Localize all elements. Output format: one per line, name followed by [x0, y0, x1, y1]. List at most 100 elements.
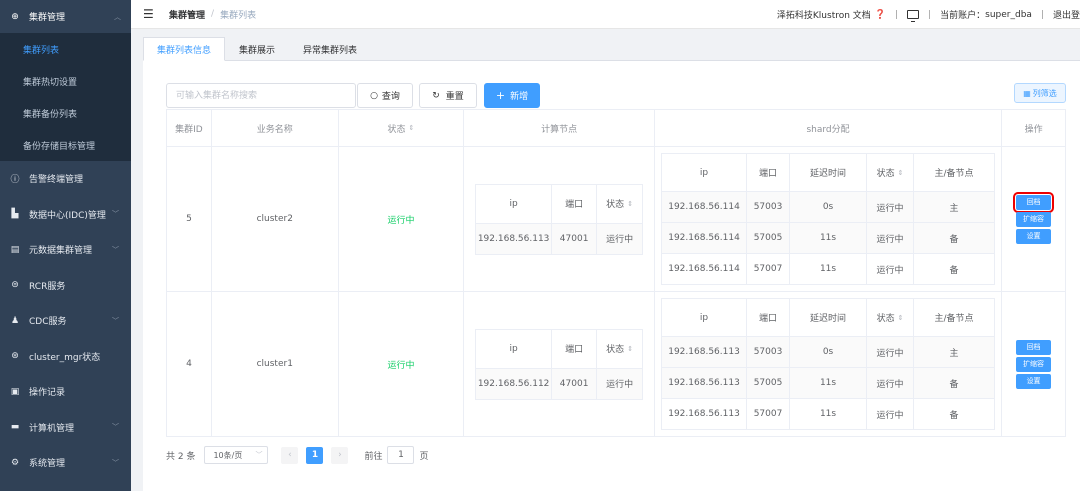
menu-toggle-icon[interactable]: ☰	[143, 7, 155, 21]
shard-delay: 0s	[790, 337, 868, 367]
compute-table: ip 端口 状态 ⇕ 192.168.56.113 47001 运行中	[475, 183, 644, 255]
compute-ip: 192.168.56.113	[476, 223, 553, 254]
rollback-button[interactable]: 回档	[1013, 191, 1055, 213]
reset-button[interactable]: ↻ 重置	[419, 83, 477, 108]
scale-button[interactable]: 扩缩容	[1016, 356, 1052, 372]
sidebar-item-metadata[interactable]: ▤ 元数据集群管理 ﹀	[0, 232, 131, 268]
sidebar-item-alarm[interactable]: ⓘ 告警终端管理	[0, 161, 131, 197]
shard-header-row: ip 端口 延迟时间 状态 ⇕ 主/备节点	[662, 154, 995, 192]
cluster-status: 运行中	[339, 292, 465, 436]
header-right: 泽拓科技Klustron 文档 ❓ | | 当前账户： super_dba | …	[777, 0, 1080, 29]
top-header: ☰ 集群管理 / 集群列表 泽拓科技Klustron 文档 ❓ | | 当前账户…	[131, 0, 1080, 29]
sidebar-item-label: RCR服务	[29, 281, 66, 292]
sidebar-item-cluster-failover[interactable]: 集群热切设置	[0, 65, 131, 97]
header-business-name: 业务名称	[212, 110, 339, 146]
compute-status: 运行中	[606, 380, 634, 390]
compute-header-status[interactable]: 状态 ⇕	[597, 185, 642, 223]
shard-header-delay: 延迟时间	[790, 154, 868, 191]
add-button[interactable]: + 新增	[484, 83, 540, 108]
sidebar-item-idc[interactable]: ▙ 数据中心(IDC)管理 ﹀	[0, 197, 131, 233]
search-input[interactable]	[166, 83, 356, 108]
sidebar-item-label: 元数据集群管理	[29, 246, 93, 257]
operations-cell: 回档 扩缩容 设置	[1002, 292, 1065, 436]
compute-cell: ip 端口 状态 ⇕ 192.168.56.113 47001 运行中	[464, 147, 655, 291]
next-page-button[interactable]: ›	[331, 446, 349, 464]
shard-header-ip: ip	[662, 154, 748, 191]
page-number[interactable]: 1	[306, 446, 324, 464]
operations: 回档 扩缩容 设置	[1016, 339, 1052, 390]
monitor-icon: ▬	[10, 422, 20, 433]
header-status[interactable]: 状态 ⇕	[339, 110, 465, 146]
account-user: super_dba	[985, 9, 1032, 20]
sidebar-item-system[interactable]: ⚙ 系统管理 ﹀	[0, 445, 131, 481]
goto-page-input[interactable]: 1	[387, 446, 415, 464]
sort-icon[interactable]: ⇕	[409, 124, 415, 132]
shard-ip: 192.168.56.114	[662, 254, 748, 284]
sort-icon[interactable]: ⇕	[627, 200, 633, 208]
building-icon: ▙	[11, 209, 19, 220]
sidebar-item-label: 系统管理	[29, 459, 66, 470]
shard-ip: 192.168.56.113	[662, 368, 748, 398]
breadcrumb: 集群管理 / 集群列表	[169, 8, 256, 21]
tab-cluster-display[interactable]: 集群展示	[225, 37, 289, 61]
compute-cell: ip 端口 状态 ⇕ 192.168.56.112 47001 运行中	[464, 292, 655, 436]
page-size-select[interactable]: 10条/页 ﹀	[204, 446, 269, 464]
shard-header-role: 主/备节点	[934, 314, 974, 324]
sidebar-item-computer[interactable]: ▬ 计算机管理 ﹀	[0, 410, 131, 446]
plus-icon: +	[495, 89, 506, 102]
sidebar-item-cluster-list[interactable]: 集群列表	[0, 33, 131, 65]
compute-status-label: 状态	[606, 345, 625, 355]
sidebar-item-backup-storage[interactable]: 备份存储目标管理	[0, 129, 131, 161]
settings-button[interactable]: 设置	[1016, 373, 1052, 389]
shard-header-status[interactable]: 状态 ⇕	[867, 154, 915, 191]
shard-delay: 0s	[790, 192, 868, 222]
column-filter-button[interactable]: ▦ 列筛选	[1014, 83, 1066, 103]
operations: 回档 扩缩容 设置	[1013, 191, 1055, 245]
sort-icon[interactable]: ⇕	[627, 345, 633, 353]
sidebar-item-cluster-mgr[interactable]: ⊛ cluster_mgr状态	[0, 339, 131, 375]
tab-cluster-list-info[interactable]: 集群列表信息	[143, 37, 226, 61]
settings-button[interactable]: 设置	[1016, 228, 1052, 244]
sort-icon[interactable]: ⇕	[898, 169, 904, 177]
tab-abnormal-clusters[interactable]: 异常集群列表	[289, 37, 371, 61]
sidebar-item-label: CDC服务	[29, 317, 67, 328]
sidebar-item-label: 操作记录	[29, 388, 66, 399]
sidebar-group-cluster-management[interactable]: ⊕ 集群管理 ︿	[0, 0, 131, 33]
sidebar-item-cdc[interactable]: ♟ CDC服务 ﹀	[0, 303, 131, 339]
sidebar-item-label: 告警终端管理	[29, 175, 84, 186]
shard-port: 57005	[747, 223, 791, 253]
sidebar-item-label: 计算机管理	[29, 423, 75, 434]
shard-header-ip: ip	[662, 299, 748, 336]
shard-status: 运行中	[867, 254, 915, 284]
divider: |	[895, 9, 899, 20]
sidebar-item-operation-log[interactable]: ▣ 操作记录	[0, 374, 131, 410]
query-button[interactable]: ○ 查询	[357, 83, 413, 108]
logout-link[interactable]: 退出登	[1053, 8, 1080, 21]
breadcrumb-item[interactable]: 集群管理	[169, 8, 205, 21]
fullscreen-icon[interactable]	[907, 10, 920, 22]
shard-header-status[interactable]: 状态 ⇕	[867, 299, 915, 336]
compute-header-port: 端口	[552, 329, 598, 368]
sort-icon[interactable]: ⇕	[898, 314, 904, 322]
shard-port: 57005	[747, 368, 791, 398]
scale-button[interactable]: 扩缩容	[1016, 211, 1052, 227]
shard-role: 备	[949, 265, 959, 276]
compute-port: 47001	[552, 223, 598, 254]
shard-header-port: 端口	[747, 299, 791, 336]
help-icon[interactable]: ❓	[875, 10, 886, 20]
shard-role: 主	[949, 348, 959, 359]
sidebar-item-cluster-backup[interactable]: 集群备份列表	[0, 97, 131, 129]
page-size-value: 10条/页	[213, 450, 243, 460]
header-cluster-id: 集群ID	[167, 110, 212, 146]
shard-header-delay: 延迟时间	[790, 299, 868, 336]
sidebar-item-rcr[interactable]: ⊜ RCR服务	[0, 268, 131, 304]
prev-page-button[interactable]: ‹	[281, 446, 299, 464]
divider: |	[1040, 9, 1044, 20]
docs-link[interactable]: 泽拓科技Klustron 文档	[777, 8, 871, 21]
operations-cell: 回档 扩缩容 设置	[1002, 147, 1065, 291]
sidebar: ⊕ 集群管理 ︿ 集群列表 集群热切设置 集群备份列表 备份存储目标管理 ⓘ 告…	[0, 0, 131, 491]
rollback-button[interactable]: 回档	[1016, 339, 1052, 355]
shard-port: 57007	[747, 254, 791, 284]
compute-header-status[interactable]: 状态 ⇕	[597, 330, 642, 368]
plus-circle-icon: ⊕	[11, 11, 19, 22]
